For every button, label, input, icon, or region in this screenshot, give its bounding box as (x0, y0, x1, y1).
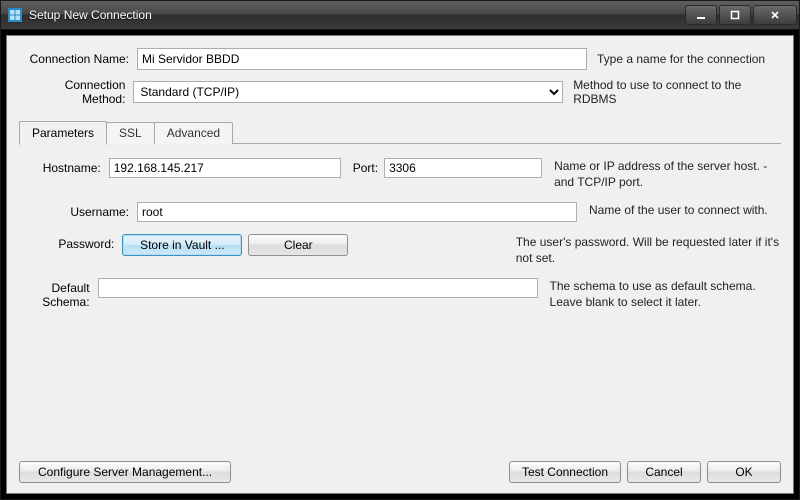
tab-strip: Parameters SSL Advanced (19, 120, 781, 144)
window-title: Setup New Connection (29, 8, 685, 22)
connection-method-hint: Method to use to connect to the RDBMS (573, 78, 781, 106)
test-connection-button[interactable]: Test Connection (509, 461, 621, 483)
connection-method-label: Connection Method: (19, 78, 133, 106)
cancel-button[interactable]: Cancel (627, 461, 701, 483)
ok-button[interactable]: OK (707, 461, 781, 483)
tab-body-parameters: Hostname: Port: Name or IP address of th… (19, 144, 781, 483)
hostname-label: Hostname: (19, 158, 109, 175)
password-desc: The user's password. Will be requested l… (516, 234, 781, 266)
port-input[interactable] (384, 158, 542, 178)
configure-server-management-button[interactable]: Configure Server Management... (19, 461, 231, 483)
tab-parameters[interactable]: Parameters (19, 121, 107, 145)
tab-advanced[interactable]: Advanced (154, 122, 233, 144)
password-label: Password: (19, 234, 122, 251)
tab-ssl[interactable]: SSL (106, 122, 155, 144)
close-button[interactable] (753, 5, 797, 25)
connection-name-input[interactable] (137, 48, 587, 70)
username-desc: Name of the user to connect with. (589, 202, 781, 219)
default-schema-label: Default Schema: (19, 278, 98, 309)
connection-name-label: Connection Name: (19, 52, 137, 66)
hostname-input[interactable] (109, 158, 341, 178)
maximize-button[interactable] (719, 5, 751, 25)
connection-method-select[interactable]: Standard (TCP/IP) (133, 81, 563, 103)
dialog-footer: Configure Server Management... Test Conn… (19, 451, 781, 483)
store-in-vault-button[interactable]: Store in Vault ... (122, 234, 242, 256)
title-bar: Setup New Connection (1, 1, 799, 30)
username-input[interactable] (137, 202, 577, 222)
hostname-desc: Name or IP address of the server host. -… (554, 158, 781, 190)
clear-password-button[interactable]: Clear (248, 234, 348, 256)
app-icon (7, 7, 23, 23)
minimize-button[interactable] (685, 5, 717, 25)
username-label: Username: (19, 202, 137, 219)
connection-name-hint: Type a name for the connection (597, 52, 765, 66)
default-schema-desc: The schema to use as default schema. Lea… (550, 278, 781, 310)
default-schema-input[interactable] (98, 278, 538, 298)
port-label: Port: (353, 161, 378, 175)
